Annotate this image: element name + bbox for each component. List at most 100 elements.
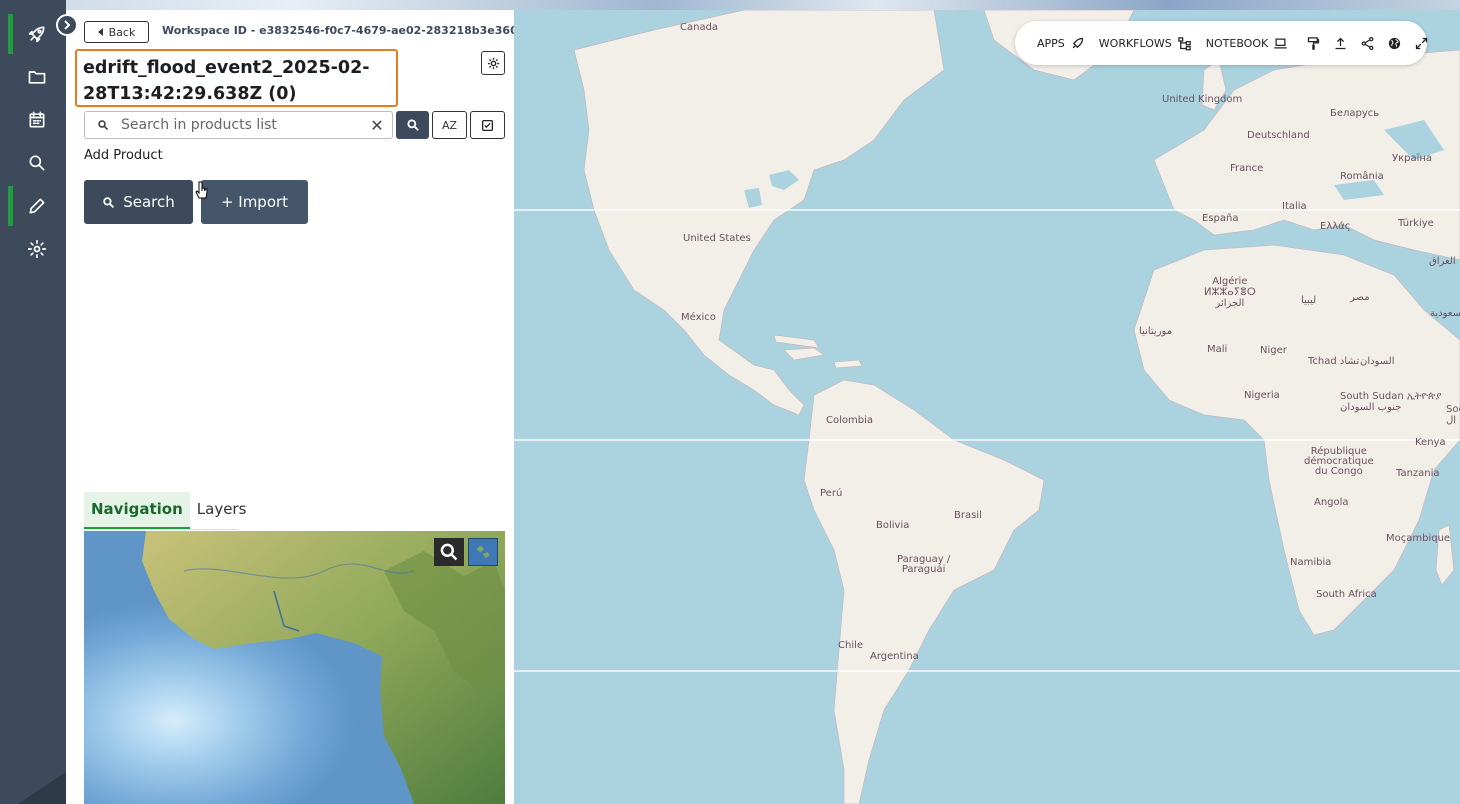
style-button[interactable] xyxy=(1306,36,1321,51)
search-submit-button[interactable] xyxy=(396,111,429,139)
clear-search-icon[interactable]: ✕ xyxy=(362,116,392,135)
map-label-ellas: Ελλάς xyxy=(1320,221,1351,232)
map-label-uk: United Kingdom xyxy=(1162,94,1243,105)
import-button-label: + Import xyxy=(220,193,289,211)
map-label-france: France xyxy=(1230,163,1264,174)
paint-roller-icon xyxy=(1308,36,1320,50)
map-label-ukraina: Україна xyxy=(1392,153,1433,164)
map-label-iraq: العراق xyxy=(1429,256,1456,267)
search-products-button[interactable]: Search xyxy=(84,180,193,224)
workspace-id: Workspace ID - e3832546-f0c7-4679-ae02-2… xyxy=(162,24,518,37)
chevron-right-icon xyxy=(64,20,71,30)
map-label-belarus: Беларусь xyxy=(1330,108,1380,119)
map-label-misr: مصر xyxy=(1350,292,1370,303)
import-products-button[interactable]: + Import xyxy=(201,180,308,224)
map-label-nigeria: Nigeria xyxy=(1244,390,1280,401)
map-label-paraguay: Paraguay / Paraguái xyxy=(897,554,951,575)
map-label-rdc: République démocratique du Congo xyxy=(1304,446,1374,477)
map-label-espana: España xyxy=(1202,213,1239,224)
map-label-united-states: United States xyxy=(683,233,751,244)
gear-icon xyxy=(27,239,47,259)
map-label-namibia: Namibia xyxy=(1290,557,1332,568)
rail-item-search[interactable] xyxy=(8,143,66,183)
upload-icon xyxy=(1335,37,1346,49)
globe-terrain xyxy=(142,531,505,804)
sort-az-button[interactable]: AZ xyxy=(432,111,467,139)
notebook-label: NOTEBOOK xyxy=(1205,36,1269,50)
map-toolbar: APPS WORKFLOWS NOTEBOOK xyxy=(1015,21,1429,65)
map-label-italia: Italia xyxy=(1282,201,1307,212)
workflows-label: WORKFLOWS xyxy=(1098,36,1172,50)
search-icon xyxy=(85,119,121,131)
add-product-label: Add Product xyxy=(84,148,163,163)
map-label-canada: Canada xyxy=(680,22,719,33)
edit-icon xyxy=(29,198,45,214)
basemap-toggle-button[interactable] xyxy=(468,538,498,566)
workspace-settings-button[interactable] xyxy=(481,51,505,75)
calendar-icon xyxy=(29,111,45,128)
pointer-cursor-icon xyxy=(195,181,208,199)
map-label-south-africa: South Africa xyxy=(1316,589,1377,600)
map-label-tanzania: Tanzania xyxy=(1396,468,1440,479)
search-icon xyxy=(440,543,458,561)
map-label-turkiye: Türkiye xyxy=(1398,218,1434,229)
map-label-angola: Angola xyxy=(1314,497,1349,508)
apps-button[interactable]: APPS xyxy=(1037,36,1085,51)
sort-az-icon: AZ xyxy=(441,118,458,132)
earth-icon xyxy=(476,545,490,559)
products-panel: Back Workspace ID - e3832546-f0c7-4679-a… xyxy=(66,10,518,804)
workspace-title: edrift_flood_event2_2025-02-28T13:42:29.… xyxy=(83,58,370,104)
navigation-globe-view[interactable] xyxy=(84,531,505,804)
top-decorative-strip xyxy=(0,0,1460,10)
product-search-field: ✕ xyxy=(84,111,393,139)
folder-icon xyxy=(28,71,46,84)
map-label-mocambique: Moçambique xyxy=(1386,533,1451,544)
expand-icon xyxy=(1416,37,1428,49)
map-label-mali: Mali xyxy=(1207,344,1228,355)
fullscreen-button[interactable] xyxy=(1414,36,1429,51)
caret-left-icon xyxy=(97,28,103,36)
share-icon xyxy=(1361,36,1374,50)
globe-view-button[interactable] xyxy=(1387,36,1402,51)
notebook-button[interactable]: NOTEBOOK xyxy=(1206,36,1288,51)
product-search-input[interactable] xyxy=(121,117,362,133)
rail-item-calendar[interactable] xyxy=(8,100,66,140)
workspace-title-box: edrift_flood_event2_2025-02-28T13:42:29.… xyxy=(75,49,398,107)
upload-button[interactable] xyxy=(1333,36,1348,51)
rail-item-settings[interactable] xyxy=(8,229,66,269)
map-label-brasil: Brasil xyxy=(954,510,982,521)
map-label-peru: Perú xyxy=(820,488,843,499)
map-label-deutschland: Deutschland xyxy=(1247,130,1310,141)
map-label-south-sudan: South Sudan ኢትዮጵያ جنوب السودان xyxy=(1340,391,1442,413)
tab-navigation[interactable]: Navigation xyxy=(84,492,190,529)
search-icon xyxy=(103,196,115,208)
collapse-sidebar-button[interactable] xyxy=(56,14,78,36)
map-label-chile: Chile xyxy=(838,640,864,651)
left-nav-rail xyxy=(0,0,66,804)
tab-layers[interactable]: Layers xyxy=(190,492,254,529)
map-label-algerie: Algérie ⵍⵣⵣⴰⵢⴻⵔ الجزائر xyxy=(1204,276,1256,309)
globe-zoom-button[interactable] xyxy=(434,538,464,566)
map-label-somalia: Soom ال xyxy=(1446,404,1460,426)
workflows-button[interactable]: WORKFLOWS xyxy=(1099,36,1192,51)
world-map[interactable]: Canada United Kingdom Беларусь Deutschla… xyxy=(514,10,1460,804)
rocket-icon xyxy=(1072,37,1083,48)
map-label-argentina: Argentina xyxy=(870,651,919,662)
search-icon xyxy=(406,119,419,131)
panel-tabs: Navigation Layers xyxy=(84,492,246,530)
back-button-label: Back xyxy=(108,25,136,39)
rail-item-edit[interactable] xyxy=(8,186,66,226)
select-all-button[interactable] xyxy=(470,111,505,139)
rail-item-files[interactable] xyxy=(8,57,66,97)
map-label-saudia: السعودية xyxy=(1430,308,1460,319)
globe-icon xyxy=(1389,37,1401,49)
map-label-kenya: Kenya xyxy=(1415,437,1446,448)
map-label-libya: ليبيا xyxy=(1301,295,1317,306)
apps-label: APPS xyxy=(1037,36,1065,50)
map-label-mexico: México xyxy=(681,312,716,323)
settings-gear-icon xyxy=(487,57,499,69)
share-button[interactable] xyxy=(1360,36,1375,51)
back-button[interactable]: Back xyxy=(84,21,149,43)
checkbox-icon xyxy=(481,119,494,131)
map-label-romania: România xyxy=(1340,171,1384,182)
